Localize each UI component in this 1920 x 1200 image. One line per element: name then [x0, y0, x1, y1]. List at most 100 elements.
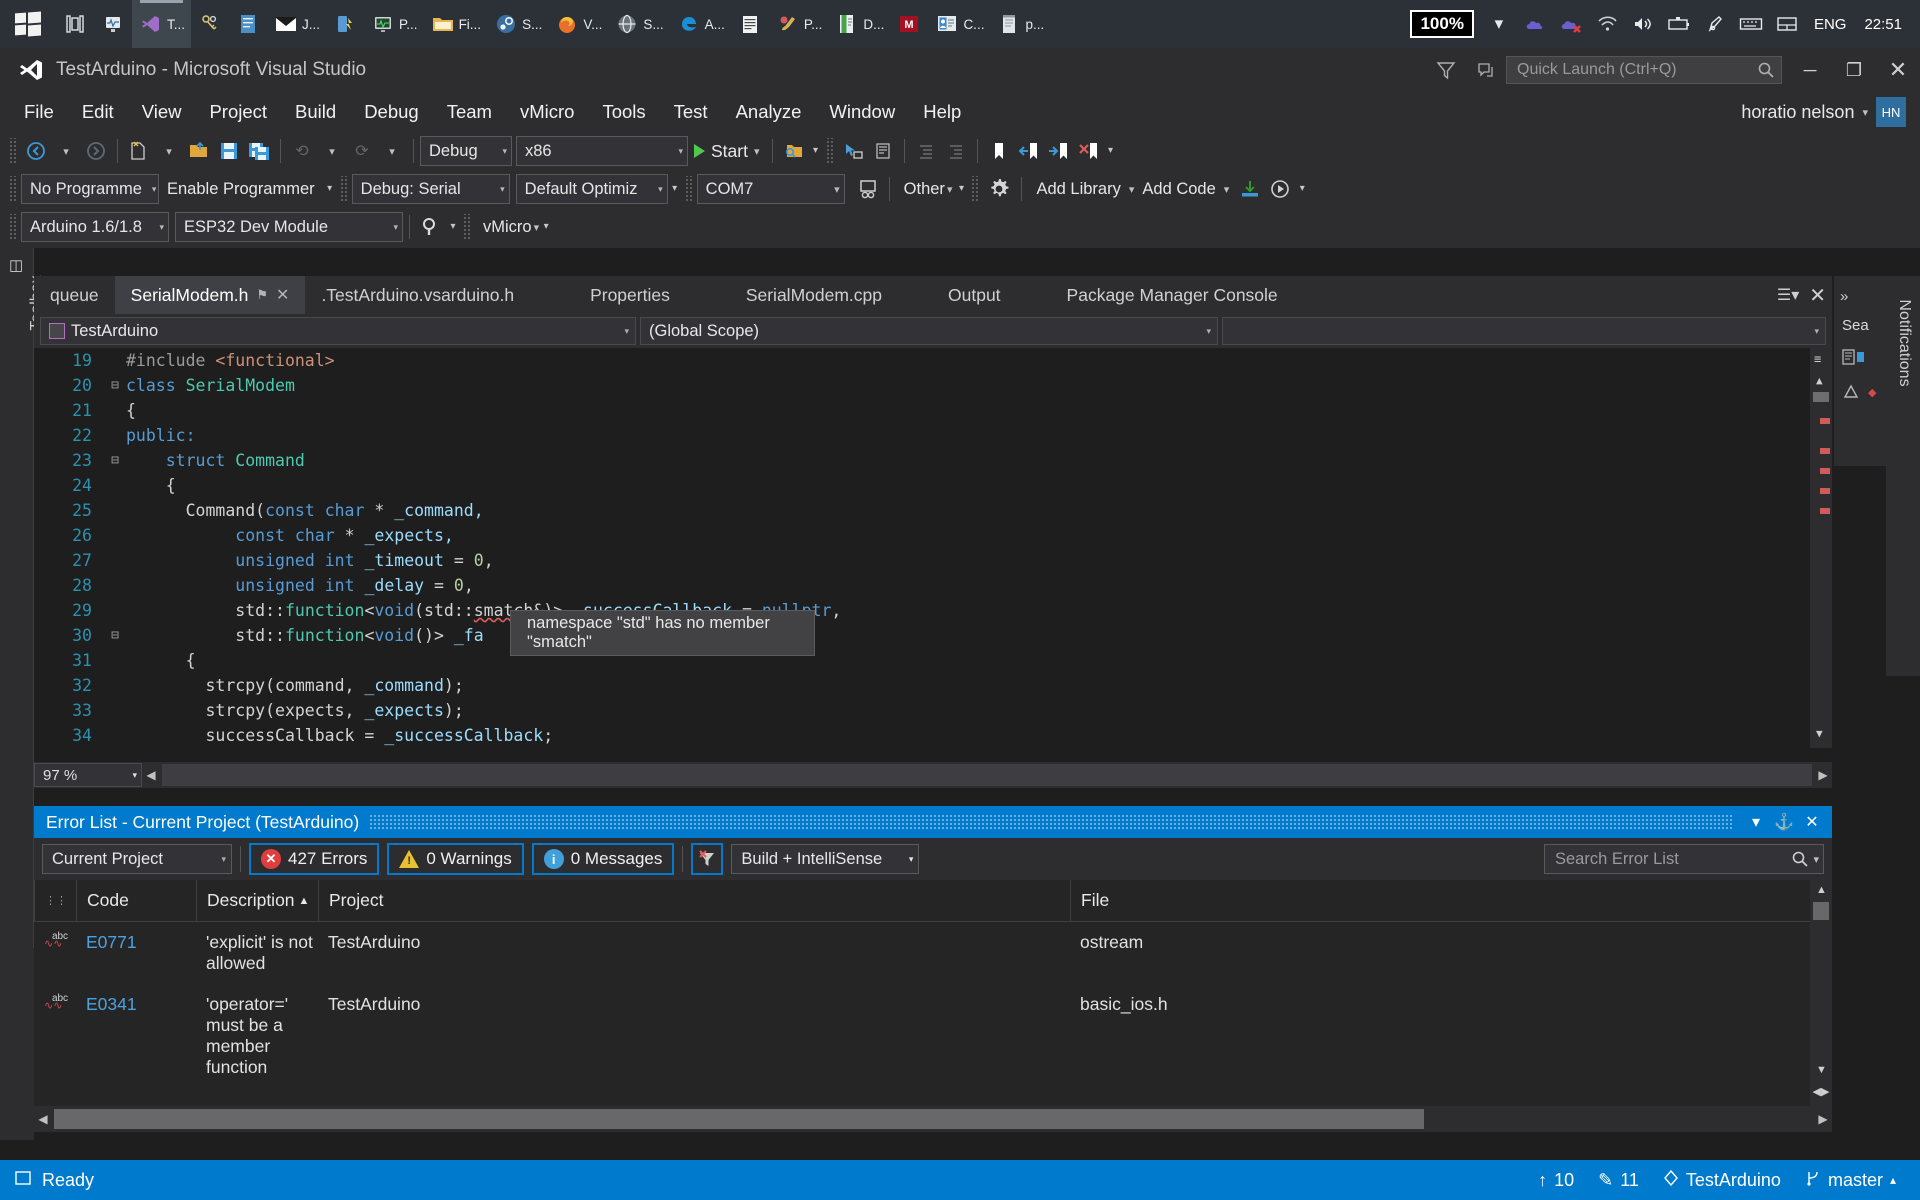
programmer-dropdown[interactable]: No Programme ▾ [21, 174, 159, 204]
scroll-up-arrow[interactable]: ▲ [1816, 374, 1823, 387]
download-icon[interactable] [1235, 174, 1265, 204]
zoom-level-dropdown[interactable]: 97 % ▾ [34, 763, 142, 787]
clear-filter-icon[interactable] [691, 843, 724, 875]
serial-port-dropdown[interactable]: COM7 ▾ [696, 174, 845, 204]
menu-item-build[interactable]: Build [281, 97, 350, 127]
chevron-down-icon[interactable]: ▾ [1862, 106, 1868, 119]
code-line[interactable]: 28 unsigned int _delay = 0, [34, 573, 1832, 598]
new-item-button[interactable] [124, 136, 154, 166]
taskbar-item-mail[interactable]: J... [267, 0, 326, 48]
tab-serialmodem-h[interactable]: SerialModem.h ⚑ ✕ [114, 276, 306, 314]
column-header-gutter[interactable]: ⋮⋮ [34, 879, 76, 922]
code-line[interactable]: 20 ⊟ class SerialModem [34, 373, 1832, 398]
onedrive-icon[interactable] [1518, 0, 1552, 48]
redo-dropdown[interactable]: ▾ [377, 136, 407, 166]
error-code[interactable]: E0341 [76, 984, 196, 1088]
code-line[interactable]: 23 ⊟ struct Command [34, 448, 1832, 473]
project-scope-dropdown[interactable]: TestArduino ▾ [40, 317, 636, 345]
taskbar-item-analyzer[interactable] [94, 0, 132, 48]
editor-vertical-scrollbar[interactable]: ≡ ▲ ▼ [1810, 348, 1832, 748]
signed-in-user[interactable]: horatio nelson [1741, 102, 1854, 123]
menu-item-debug[interactable]: Debug [350, 97, 433, 127]
column-header-code[interactable]: Code [76, 879, 196, 922]
undo-dropdown[interactable]: ▾ [317, 136, 347, 166]
toolbar-overflow-button[interactable]: ▾ [1295, 184, 1309, 194]
pin-icon[interactable]: ⚑ [256, 287, 268, 303]
prev-bookmark-icon[interactable] [1014, 136, 1044, 166]
chevron-down-icon[interactable]: ▾ [1809, 853, 1819, 866]
code-editor[interactable]: 19 #include <functional> 20 ⊟ class SerialMo… [34, 348, 1832, 748]
toolbar-overflow-button[interactable]: ▾ [954, 184, 968, 194]
debug-mode-dropdown[interactable]: Debug: Serial ▾ [351, 174, 510, 204]
feedback-icon[interactable] [1426, 48, 1466, 92]
battery-icon[interactable] [1662, 0, 1696, 48]
branch-caret-icon[interactable]: ▴ [1890, 1173, 1896, 1187]
messages-toggle[interactable]: i 0 Messages [531, 843, 675, 875]
code-line[interactable]: 29 std::function<void(std::smatch&)> _su… [34, 598, 1832, 623]
expand-icon[interactable]: » [1834, 276, 1886, 305]
toolbar-grip[interactable] [825, 138, 835, 164]
taskbar-item-firefox[interactable]: V... [548, 0, 608, 48]
open-file-button[interactable] [184, 136, 214, 166]
scroll-right-arrow[interactable]: ▶ [1814, 1112, 1832, 1126]
close-icon[interactable]: ✕ [276, 285, 289, 305]
wifi-icon[interactable] [1590, 0, 1624, 48]
error-list-vertical-scrollbar[interactable]: ▲ ▼ ◀▶ [1810, 880, 1832, 1106]
toolbar-grip[interactable] [9, 138, 18, 164]
toolbar-overflow-button[interactable]: ▾ [809, 146, 823, 156]
code-line[interactable]: 31 { [34, 648, 1832, 673]
pending-changes-up[interactable]: ↑ 10 [1530, 1170, 1582, 1191]
toolbar-overflow-button[interactable]: ▾ [668, 184, 682, 194]
gear-icon[interactable] [983, 174, 1015, 204]
run-icon[interactable] [1265, 174, 1295, 204]
scroll-up-arrow[interactable]: ▲ [1816, 884, 1827, 896]
panel-drag-grip[interactable] [369, 814, 1732, 830]
menu-item-test[interactable]: Test [660, 97, 722, 127]
language-indicator[interactable]: ENG [1806, 16, 1855, 33]
taskbar-item-contacts[interactable]: C... [928, 0, 990, 48]
code-line[interactable]: 27 unsigned int _timeout = 0, [34, 548, 1832, 573]
taskbar-item-steam[interactable]: S... [487, 0, 548, 48]
scrollbar-thumb[interactable] [54, 1109, 1424, 1129]
code-line[interactable]: 25 Command(const char * _command, [34, 498, 1832, 523]
scroll-left-arrow[interactable]: ◀ [34, 1112, 52, 1126]
taskbar-item-globe[interactable]: S... [608, 0, 669, 48]
solution-configuration-dropdown[interactable]: Debug ▾ [420, 136, 512, 166]
toolbar-grip[interactable] [9, 176, 18, 202]
build-filter-dropdown[interactable]: Build + IntelliSense ▾ [731, 844, 920, 874]
optimization-dropdown[interactable]: Default Optimiz ▾ [515, 174, 668, 204]
other-menu-button[interactable]: Other [896, 180, 947, 199]
new-item-dropdown[interactable]: ▾ [154, 136, 184, 166]
arduino-ide-dropdown[interactable]: Arduino 1.6/1.8 ▾ [21, 212, 169, 242]
menu-item-tools[interactable]: Tools [588, 97, 659, 127]
code-line[interactable]: 30 ⊟ std::function<void()> _fa [34, 623, 1832, 648]
errors-toggle[interactable]: ✕ 427 Errors [249, 843, 380, 875]
start-debug-button[interactable]: Start ▾ [688, 141, 766, 162]
close-button[interactable]: ✕ [1876, 48, 1920, 92]
member-scope-dropdown[interactable]: (Global Scope) ▾ [640, 317, 1218, 345]
touchpad-icon[interactable] [1770, 0, 1804, 48]
taskbar-item-document[interactable]: D... [828, 0, 890, 48]
board-dropdown[interactable]: ESP32 Dev Module ▾ [175, 212, 403, 242]
menu-item-analyze[interactable]: Analyze [722, 97, 816, 127]
tab-list-icon[interactable]: ☰▾ [1777, 285, 1799, 305]
find-in-files-icon[interactable] [779, 136, 809, 166]
scroll-down-arrow[interactable]: ▼ [1816, 727, 1823, 740]
start-button[interactable] [0, 0, 56, 48]
navigate-backward-button[interactable] [21, 136, 51, 166]
table-row[interactable]: abc ∿∿ E0341'operator=' must be a member f… [34, 984, 1832, 1088]
code-line[interactable]: 26 const char * _expects, [34, 523, 1832, 548]
menu-item-team[interactable]: Team [433, 97, 506, 127]
tab-properties[interactable]: Properties [530, 276, 686, 314]
fold-toggle[interactable]: ⊟ [104, 623, 126, 648]
toolbar-grip[interactable] [339, 176, 349, 202]
column-header-description[interactable]: Description ▲ [196, 879, 318, 922]
menu-item-view[interactable]: View [128, 97, 196, 127]
taskbar-item-paint[interactable]: P... [769, 0, 829, 48]
tab-package-manager-console[interactable]: Package Manager Console [1017, 276, 1294, 314]
send-feedback-icon[interactable] [1466, 48, 1506, 92]
toolbox-tab[interactable]: ◫ Toolbox [0, 248, 45, 948]
error-list-horizontal-scrollbar[interactable]: ◀ ▶ [34, 1106, 1832, 1132]
code-line[interactable]: 21 { [34, 398, 1832, 423]
undo-button[interactable]: ⟲ [287, 136, 317, 166]
